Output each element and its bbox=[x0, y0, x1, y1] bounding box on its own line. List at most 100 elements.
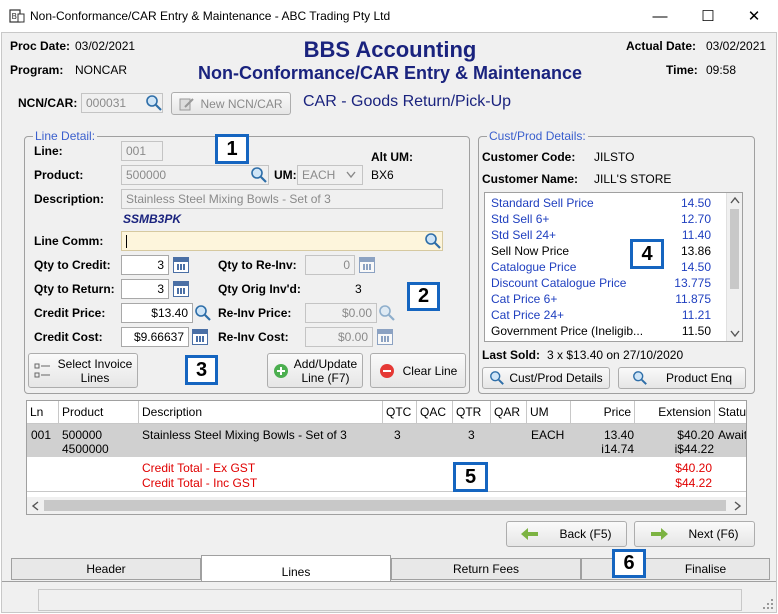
credit-price-input[interactable]: $13.40 bbox=[121, 303, 193, 323]
cell-ln: 001 bbox=[31, 428, 52, 442]
maximize-icon: ☐ bbox=[701, 8, 715, 25]
cell-product-alt: 4500000 bbox=[62, 442, 109, 456]
alt-um: BX6 bbox=[371, 168, 394, 182]
price-name: Std Sell 24+ bbox=[491, 228, 557, 242]
customer-code: JILSTO bbox=[594, 150, 635, 164]
price-list-item[interactable]: Discount Catalogue Price 13.775 bbox=[491, 276, 711, 292]
scroll-thumb[interactable] bbox=[44, 500, 726, 511]
calculator-icon[interactable] bbox=[192, 329, 208, 345]
plus-icon bbox=[273, 363, 288, 378]
add-update-label-1: Add/Update bbox=[293, 356, 358, 371]
calculator-icon[interactable] bbox=[173, 257, 189, 273]
col-header[interactable]: QAR bbox=[491, 401, 527, 423]
select-invoice-lines-button[interactable]: Select Invoice Lines bbox=[28, 353, 138, 388]
price-list-item[interactable]: Std Sell 24+ 11.40 bbox=[491, 228, 711, 244]
col-header[interactable]: QAC bbox=[417, 401, 453, 423]
price-name: Government Price (Ineligib... bbox=[491, 324, 644, 338]
chevron-right-icon[interactable] bbox=[734, 501, 742, 511]
minimize-icon: — bbox=[652, 7, 668, 25]
col-header[interactable]: Product bbox=[59, 401, 139, 423]
price-list[interactable]: Standard Sell Price 14.50 Std Sell 6+ 12.70… bbox=[484, 192, 743, 342]
col-header[interactable]: QTC bbox=[383, 401, 417, 423]
col-header[interactable]: QTR bbox=[453, 401, 491, 423]
price-list-item[interactable]: Catalogue Price 14.50 bbox=[491, 260, 711, 276]
price-list-item[interactable]: Government Price (Ineligib... 11.50 bbox=[491, 324, 711, 340]
resize-grip-icon[interactable] bbox=[762, 598, 774, 610]
last-sold-label: Last Sold: bbox=[482, 348, 541, 362]
search-icon[interactable] bbox=[378, 304, 396, 322]
minimize-button[interactable]: — bbox=[638, 4, 682, 28]
product-input[interactable]: 500000 bbox=[121, 165, 269, 185]
add-update-line-button[interactable]: Add/Update Line (F7) bbox=[267, 353, 363, 388]
next-button[interactable]: Next (F6) bbox=[634, 521, 755, 547]
tab-header[interactable]: Header bbox=[11, 558, 201, 580]
table-row[interactable]: 001 500000 4500000 Stainless Steel Mixin… bbox=[27, 424, 746, 457]
line-input[interactable]: 001 bbox=[121, 141, 163, 161]
price-list-item[interactable]: Sell Now Price 13.86 bbox=[491, 244, 711, 260]
tab-finalise[interactable]: Finalise bbox=[581, 558, 770, 580]
annotation-badge-5: 5 bbox=[453, 462, 488, 492]
description-input[interactable]: Stainless Steel Mixing Bowls - Set of 3 bbox=[121, 189, 443, 209]
edit-icon bbox=[179, 97, 195, 110]
scroll-thumb[interactable] bbox=[730, 209, 739, 289]
qty-credit-input[interactable]: 3 bbox=[121, 255, 169, 275]
cust-prod-details-button[interactable]: Cust/Prod Details bbox=[482, 367, 610, 389]
calculator-icon[interactable] bbox=[377, 329, 393, 345]
new-ncn-button[interactable]: New NCN/CAR bbox=[171, 92, 291, 115]
qty-orig: 3 bbox=[355, 282, 362, 296]
cell-qtc: 3 bbox=[394, 428, 401, 442]
arrow-right-icon bbox=[651, 528, 669, 540]
maximize-button[interactable]: ☐ bbox=[686, 4, 730, 28]
price-list-scrollbar[interactable] bbox=[726, 193, 742, 341]
ncn-label: NCN/CAR: bbox=[18, 96, 78, 110]
price-value: 13.86 bbox=[680, 244, 711, 258]
calculator-icon[interactable] bbox=[359, 257, 375, 273]
chevron-up-icon[interactable] bbox=[730, 196, 740, 204]
search-icon[interactable] bbox=[194, 304, 212, 322]
search-icon[interactable] bbox=[250, 166, 268, 184]
reinv-cost-input[interactable]: $0.00 bbox=[305, 327, 373, 347]
annotation-badge-3: 3 bbox=[185, 355, 218, 385]
grid-h-scrollbar[interactable] bbox=[27, 497, 746, 514]
tab-lines[interactable]: Lines bbox=[201, 555, 391, 582]
price-list-item[interactable]: Std Sell 6+ 12.70 bbox=[491, 212, 711, 228]
chevron-down-icon[interactable] bbox=[730, 330, 740, 338]
qty-reinv-label: Qty to Re-Inv: bbox=[218, 258, 297, 272]
cell-extension: $40.20 bbox=[677, 428, 714, 442]
chevron-left-icon[interactable] bbox=[31, 501, 39, 511]
clear-line-label: Clear Line bbox=[402, 363, 458, 378]
main-window: Proc Date: 03/02/2021 Program: NONCAR BB… bbox=[1, 32, 777, 613]
search-icon[interactable] bbox=[424, 232, 442, 250]
close-icon: ✕ bbox=[747, 8, 761, 25]
price-list-item[interactable]: Cat Price 24+ 11.21 bbox=[491, 308, 711, 324]
price-name: Cat Price 24+ bbox=[491, 308, 565, 322]
back-button[interactable]: Back (F5) bbox=[506, 521, 627, 547]
tab-return-fees[interactable]: Return Fees bbox=[391, 558, 581, 580]
price-list-item[interactable]: Standard Sell Price 14.50 bbox=[491, 196, 711, 212]
tab-return-fees-label: Return Fees bbox=[452, 562, 520, 576]
calculator-icon[interactable] bbox=[173, 281, 189, 297]
um-value: EACH bbox=[302, 168, 336, 182]
clear-line-button[interactable]: Clear Line bbox=[370, 353, 466, 388]
reinv-price-input[interactable]: $0.00 bbox=[305, 303, 377, 323]
lines-grid[interactable]: Ln Product Description QTC QAC QTR QAR U… bbox=[26, 400, 747, 515]
close-button[interactable]: ✕ bbox=[732, 4, 776, 28]
col-header[interactable]: UM bbox=[527, 401, 571, 423]
price-value: 11.875 bbox=[675, 292, 711, 306]
col-header[interactable]: Price bbox=[571, 401, 635, 423]
line-comm-input[interactable] bbox=[121, 231, 443, 251]
price-list-item[interactable]: Cat Price 6+ 11.875 bbox=[491, 292, 711, 308]
col-header[interactable]: Ln bbox=[27, 401, 59, 423]
credit-cost-input[interactable]: $9.66637 bbox=[121, 327, 189, 347]
qty-return-input[interactable]: 3 bbox=[121, 279, 169, 299]
col-header[interactable]: Extension bbox=[635, 401, 715, 423]
product-enq-button[interactable]: Product Enq bbox=[618, 367, 746, 389]
search-icon[interactable] bbox=[145, 94, 163, 112]
customer-name-label: Customer Name: bbox=[482, 172, 579, 186]
product-label: Product: bbox=[34, 168, 84, 182]
qty-reinv-input[interactable]: 0 bbox=[305, 255, 355, 275]
tab-lines-label: Lines bbox=[281, 565, 311, 579]
col-header[interactable]: Status bbox=[715, 401, 746, 423]
minus-icon bbox=[379, 363, 394, 378]
col-header[interactable]: Description bbox=[139, 401, 383, 423]
